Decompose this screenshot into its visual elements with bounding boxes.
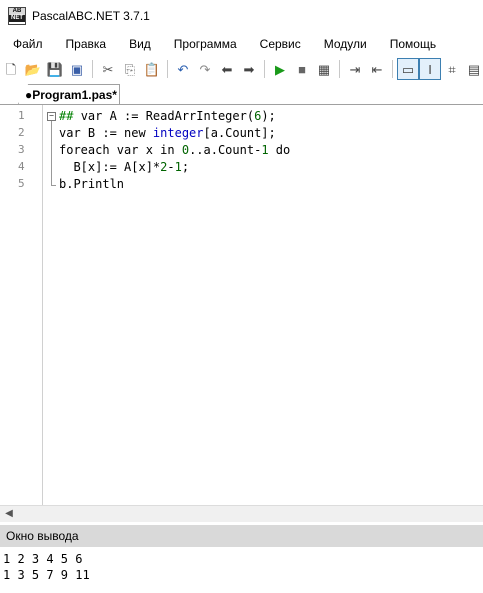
- stop-icon: ■: [298, 61, 306, 77]
- menu-modules[interactable]: Модули: [310, 37, 376, 51]
- output-line: 1 3 5 7 9 11: [3, 568, 90, 582]
- redo-button[interactable]: ↷: [194, 58, 216, 80]
- line-number: 4: [18, 160, 25, 173]
- code-token: -: [167, 160, 175, 174]
- code-token: b.Println: [59, 177, 125, 191]
- code-token: integer: [152, 126, 204, 140]
- code-token: 1: [261, 143, 269, 157]
- horizontal-scrollbar[interactable]: ◀: [0, 505, 483, 522]
- menu-help[interactable]: Помощь: [376, 37, 445, 51]
- window-title: PascalABC.NET 3.7.1: [32, 9, 150, 23]
- menu-edit[interactable]: Правка: [52, 37, 116, 51]
- cut-button[interactable]: ✂: [97, 58, 119, 80]
- menu-service[interactable]: Сервис: [246, 37, 310, 51]
- app-icon: AB NET: [8, 7, 26, 25]
- run-icon: ▶: [275, 61, 285, 77]
- extra-button[interactable]: ▤: [463, 58, 483, 80]
- debug-step-icon: ⇥: [349, 61, 361, 77]
- code-token: );: [261, 109, 276, 123]
- compile-button[interactable]: ▦: [313, 58, 335, 80]
- line-number: 3: [18, 143, 25, 156]
- navigate-forward-button[interactable]: ➡: [238, 58, 260, 80]
- code-token: var A := ReadArrInteger(: [80, 109, 255, 123]
- code-token: foreach var x in: [59, 143, 182, 157]
- navigate-back-button[interactable]: ⬅: [216, 58, 238, 80]
- show-output-icon: ▭: [401, 61, 415, 77]
- new-file-icon: 🗋: [5, 61, 17, 77]
- show-output-button[interactable]: ▭: [397, 58, 419, 80]
- output-window: 1 2 3 4 5 6 1 3 5 7 9 11: [0, 547, 483, 593]
- code-token: 1: [174, 160, 182, 174]
- code-token: ##: [59, 109, 81, 123]
- stop-button[interactable]: ■: [291, 58, 313, 80]
- code-token: B[x]:= A[x]*: [59, 160, 161, 174]
- toolbar-separator: [167, 60, 168, 78]
- paste-icon: 📋: [143, 61, 161, 77]
- debug-step-over-button[interactable]: ⇤: [366, 58, 388, 80]
- line-number: 5: [18, 177, 25, 190]
- open-folder-icon: 📂: [24, 61, 42, 77]
- tab-strip: ●Program1.pas*: [0, 82, 483, 105]
- toolbar-separator: [264, 60, 265, 78]
- toolbar-separator: [392, 60, 393, 78]
- code-token: ;: [181, 160, 190, 174]
- cut-icon: ✂: [102, 61, 114, 77]
- undo-button[interactable]: ↶: [172, 58, 194, 80]
- toolbar-separator: [92, 60, 93, 78]
- line-number: 2: [18, 126, 25, 139]
- show-debug-button[interactable]: I: [419, 58, 441, 80]
- save-all-button[interactable]: ▣: [66, 58, 88, 80]
- show-debug-icon: I: [428, 61, 432, 77]
- toolbar-separator: [339, 60, 340, 78]
- toolbar: 🗋 📂 💾 ▣ ✂ ⎘ 📋 ↶ ↷ ⬅ ➡ ▶ ■ ▦ ⇥ ⇤ ▭ I ⌗ ▤: [0, 56, 483, 82]
- new-file-button[interactable]: 🗋: [0, 58, 22, 80]
- code-editor[interactable]: 12345 − ## var A := ReadArrInteger(6); va…: [0, 105, 483, 505]
- open-folder-button[interactable]: 📂: [22, 58, 44, 80]
- undo-icon: ↶: [177, 61, 189, 77]
- debug-step-button[interactable]: ⇥: [344, 58, 366, 80]
- debug-step-over-icon: ⇤: [371, 61, 383, 77]
- code-line[interactable]: B[x]:= A[x]*2-1;: [59, 160, 189, 174]
- menu-view[interactable]: Вид: [115, 37, 160, 51]
- code-token: [a.Count];: [203, 126, 276, 140]
- run-button[interactable]: ▶: [269, 58, 291, 80]
- save-button[interactable]: 💾: [44, 58, 66, 80]
- code-line[interactable]: b.Println: [59, 177, 124, 191]
- code-token: ..a.Count-: [189, 143, 262, 157]
- save-all-icon: ▣: [70, 61, 84, 77]
- navigate-forward-icon: ➡: [243, 61, 255, 77]
- menu-bar: Файл Правка Вид Программа Сервис Модули …: [0, 32, 483, 56]
- code-line[interactable]: foreach var x in 0..a.Count-1 do: [59, 143, 290, 157]
- output-line: 1 2 3 4 5 6: [3, 552, 83, 566]
- compile-icon: ▦: [317, 61, 331, 77]
- code-line[interactable]: var B := new integer[a.Count];: [59, 126, 276, 140]
- save-icon: 💾: [46, 61, 64, 77]
- title-bar: AB NET PascalABC.NET 3.7.1: [0, 0, 483, 32]
- redo-icon: ↷: [199, 61, 211, 77]
- fold-toggle-icon[interactable]: −: [47, 112, 56, 121]
- copy-button[interactable]: ⎘: [119, 58, 141, 80]
- output-window-title: Окно вывода: [0, 525, 483, 547]
- paste-button[interactable]: 📋: [141, 58, 163, 80]
- line-number-gutter: 1 2 3 4 5: [0, 105, 43, 505]
- fold-guide: [51, 121, 52, 185]
- scroll-left-icon[interactable]: ◀: [2, 506, 16, 522]
- code-token: var B := new: [59, 126, 153, 140]
- code-token: 0: [181, 143, 190, 157]
- extra-icon: ▤: [467, 61, 481, 77]
- tab-program1[interactable]: ●Program1.pas*: [18, 84, 120, 104]
- code-line[interactable]: ## var A := ReadArrInteger(6);: [59, 109, 276, 123]
- format-code-icon: ⌗: [448, 61, 456, 77]
- format-code-button[interactable]: ⌗: [441, 58, 463, 80]
- line-number: 1: [18, 109, 25, 122]
- copy-icon: ⎘: [124, 61, 136, 77]
- menu-file[interactable]: Файл: [0, 37, 52, 51]
- fold-guide-end: [51, 185, 56, 186]
- menu-program[interactable]: Программа: [160, 37, 246, 51]
- navigate-back-icon: ⬅: [221, 61, 233, 77]
- code-token: do: [268, 143, 291, 157]
